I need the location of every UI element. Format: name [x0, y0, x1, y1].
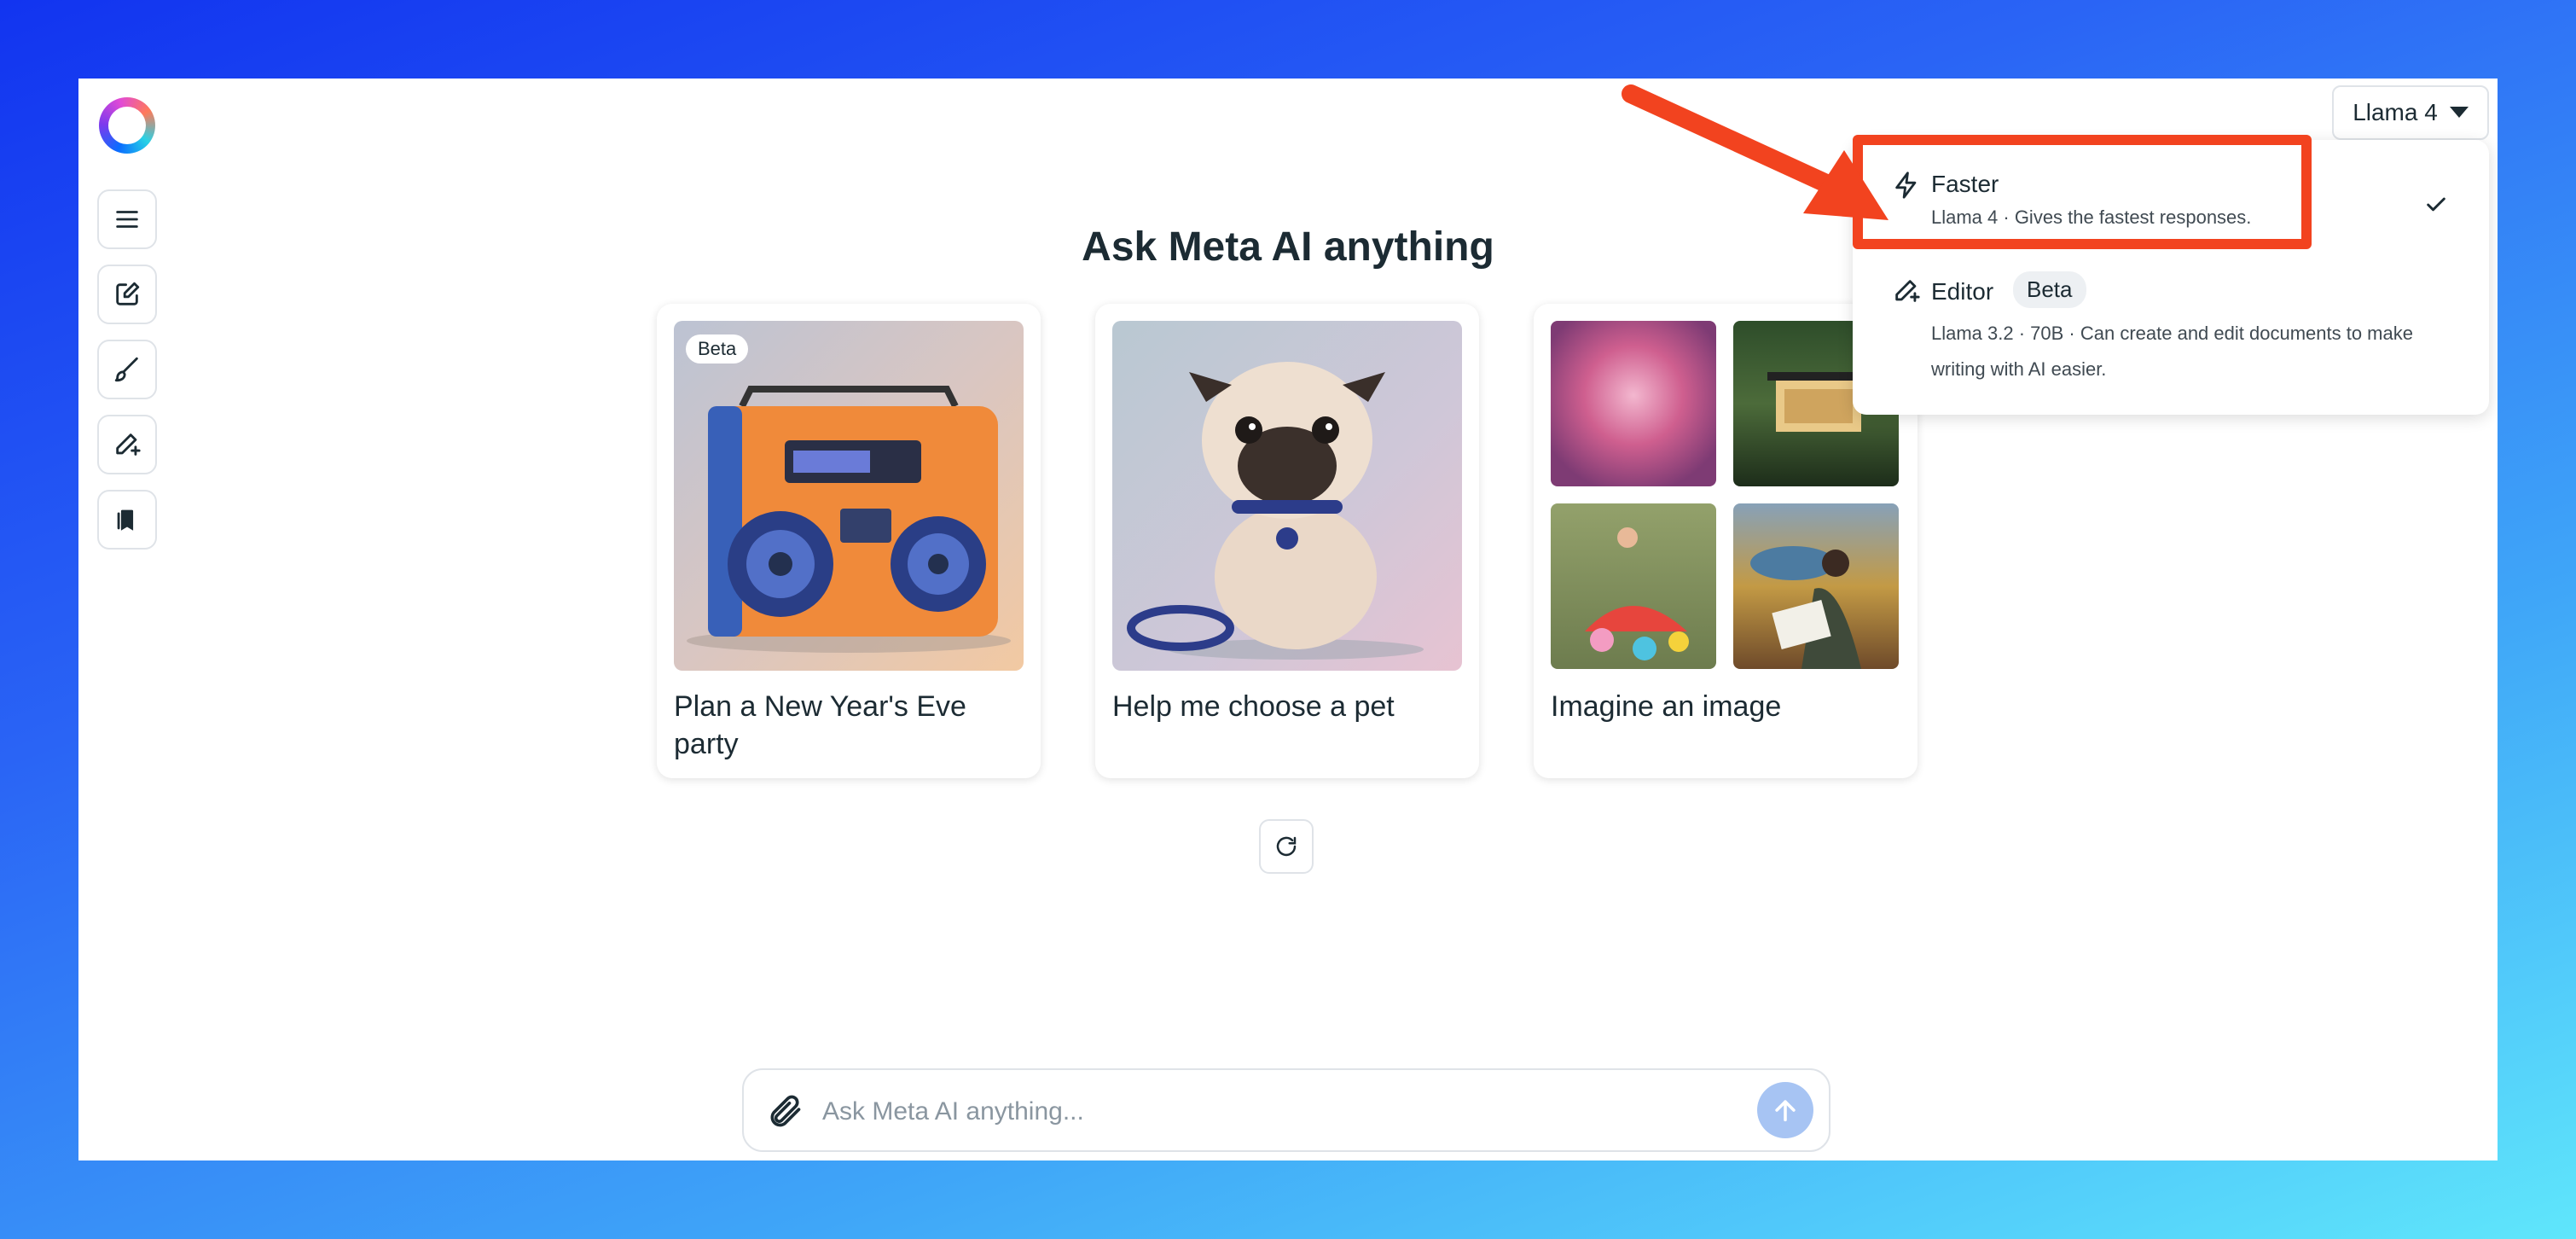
meta-ai-logo[interactable] [99, 97, 155, 154]
suggestion-card-pet[interactable]: Help me choose a pet [1095, 304, 1479, 778]
chat-input[interactable] [821, 1091, 1728, 1133]
model-selector-label: Llama 4 [2353, 99, 2438, 125]
model-selector-button[interactable]: Llama 4 [2332, 85, 2489, 140]
menu-item-description: Llama 3.2 · 70B · Can create and edit do… [1931, 323, 2413, 380]
imagine-button[interactable] [97, 340, 157, 399]
caret-down-icon [2449, 107, 2469, 118]
pug-image [1112, 321, 1462, 671]
compose-icon [116, 282, 140, 305]
card-title: Plan a New Year's Eve party [674, 690, 966, 760]
new-chat-button[interactable] [97, 265, 157, 324]
refresh-icon [1276, 836, 1297, 857]
artist-landscape-image [1733, 503, 1899, 669]
app-window: Ask Meta AI anything Beta Plan a New Yea… [78, 79, 2498, 1160]
cloud-image [1551, 321, 1716, 486]
menu-item-editor[interactable]: Editor Beta Llama 3.2 · 70B · Can create… [1853, 259, 2489, 413]
card-title: Imagine an image [1551, 690, 1782, 723]
pencil-sparkle-icon [1895, 280, 1920, 302]
beta-badge: Beta [686, 334, 749, 364]
chat-input-bar [742, 1068, 1830, 1152]
brush-icon [114, 357, 138, 382]
send-button[interactable] [1757, 1082, 1813, 1138]
beta-badge: Beta [2013, 271, 2086, 308]
editor-button[interactable] [97, 415, 157, 474]
arrow-up-icon [1775, 1100, 1796, 1122]
card-title: Help me choose a pet [1112, 690, 1395, 723]
refresh-suggestions-button[interactable] [1259, 819, 1314, 874]
annotation-arrow-icon [1622, 84, 1888, 220]
paperclip-icon[interactable] [766, 1092, 804, 1130]
books-icon [117, 509, 134, 531]
boombox-image: Beta [674, 321, 1024, 671]
suggestion-card-party[interactable]: Beta Plan a New Year's Eve party [657, 304, 1041, 778]
library-button[interactable] [97, 490, 157, 550]
pencil-sparkle-icon [116, 433, 141, 456]
menu-item-title: Editor [1931, 278, 1994, 305]
checkmark-icon [2427, 197, 2445, 212]
dancer-image [1551, 503, 1716, 669]
